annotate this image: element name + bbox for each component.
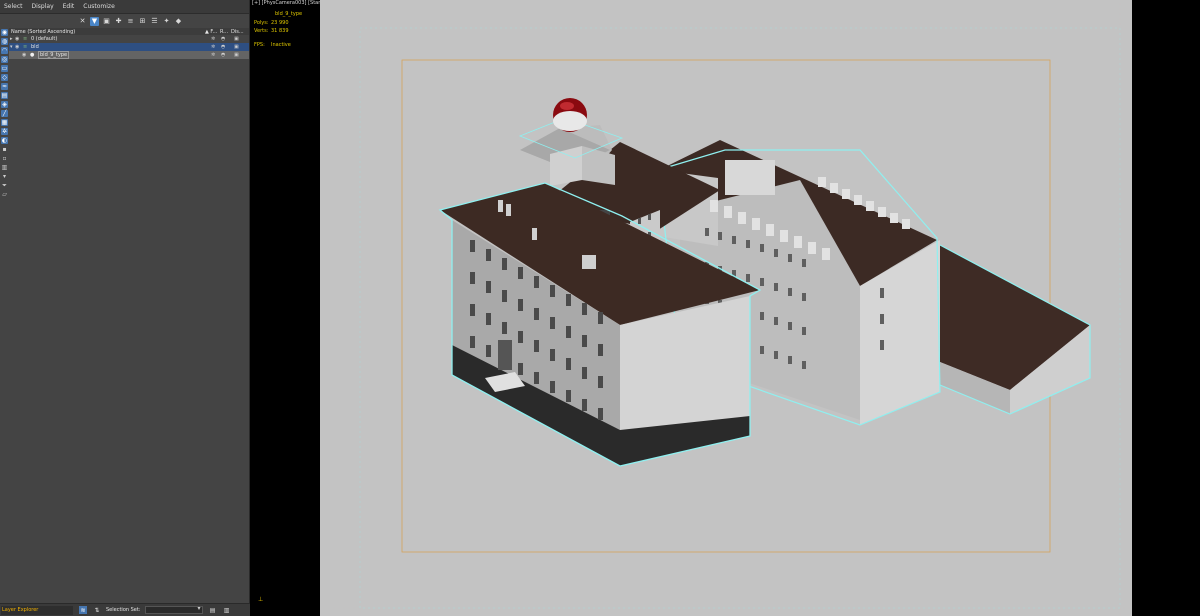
lights-icon[interactable]: ◎	[1, 56, 8, 63]
explorer-menubar: Select Display Edit Customize	[0, 0, 249, 14]
render-region[interactable]	[320, 0, 1132, 616]
explorer-toolbar: ✕ ▼ ▣ ✚ ≡ ⊞ ☰ ✦ ◆	[0, 14, 249, 28]
copy-selection-set-icon[interactable]: ▥	[223, 606, 231, 614]
column-name-header[interactable]: Name (Sorted Ascending)	[11, 29, 75, 35]
app-window: Select Display Edit Customize ✕ ▼ ▣ ✚ ≡ …	[0, 0, 1200, 616]
tree-row-label: bld_9_type	[38, 51, 70, 59]
stat-key: Polys:	[254, 19, 269, 26]
tree-row-label: bld	[31, 44, 39, 50]
collapse-arrow-icon[interactable]: ▾	[10, 44, 13, 50]
folder-icon[interactable]: ▱	[1, 191, 8, 198]
display-all-icon[interactable]: ◉	[1, 29, 8, 36]
explorer-side-toolbar: ◉ ◍ ◠ ◎ ▭ ◇ ≈ ▤ ◈ ╱ ▦ ✲ ◐ ▪ ▫ ▥ ▾ ⏷ ▱	[0, 28, 9, 228]
edit-selection-set-icon[interactable]: ▤	[209, 606, 217, 614]
bones-icon[interactable]: ╱	[1, 110, 8, 117]
tree-row-label: 0 (default)	[31, 36, 58, 42]
cameras-icon[interactable]: ▭	[1, 65, 8, 72]
object-dot-icon: ●	[30, 52, 35, 58]
lock-icon[interactable]: ▣	[102, 17, 111, 26]
geometry-icon[interactable]: ◍	[1, 38, 8, 45]
column-frozen-header[interactable]: ▲ F...	[205, 29, 217, 35]
building-model-render[interactable]	[320, 0, 1132, 616]
expand-arrow-icon[interactable]: ▸	[10, 36, 13, 42]
render-teapot-icon[interactable]: ◓	[221, 36, 225, 42]
display-box-icon[interactable]: ▣	[234, 52, 239, 58]
explorer-type-dropdown[interactable]: Layer Explorer	[1, 605, 73, 615]
main-entrance	[498, 340, 512, 370]
stat-value: Inactive	[271, 41, 291, 48]
shapes-icon[interactable]: ◠	[1, 47, 8, 54]
display-box-icon[interactable]: ▣	[234, 44, 239, 50]
hidden-icon[interactable]: ◐	[1, 137, 8, 144]
camera-viewport[interactable]: [+] [PhysCamera003] [Standard] [Default …	[250, 0, 1200, 616]
display-box-icon[interactable]: ▣	[234, 36, 239, 42]
visibility-eye-icon[interactable]: ◉	[15, 36, 19, 42]
freeze-icon[interactable]: ✲	[211, 52, 215, 58]
menu-customize[interactable]: Customize	[83, 3, 115, 10]
spacewarps-icon[interactable]: ≈	[1, 83, 8, 90]
scene-explorer-panel: Select Display Edit Customize ✕ ▼ ▣ ✚ ≡ …	[0, 0, 250, 616]
selected-object-name: bld_9_type	[275, 11, 303, 17]
layer-toggle-icon[interactable]: ≋	[79, 606, 87, 614]
tree-header: Name (Sorted Ascending) ▲ F... R... Dis.…	[9, 28, 249, 35]
viewport-statistics: bld_9_type Polys: 23 990 Verts: 31 839 FPS…	[254, 10, 302, 49]
menu-edit[interactable]: Edit	[63, 3, 75, 10]
menu-display[interactable]: Display	[32, 3, 54, 10]
render-teapot-icon[interactable]: ◓	[221, 44, 225, 50]
create-layer-icon[interactable]: ✚	[114, 17, 123, 26]
funnel-icon[interactable]: ⏷	[1, 182, 8, 189]
selection-set-label: Selection Set:	[106, 607, 141, 613]
layer-icon: ≡	[23, 36, 28, 42]
helpers-icon[interactable]: ◇	[1, 74, 8, 81]
menu-select[interactable]: Select	[4, 3, 23, 10]
column-render-header[interactable]: R...	[220, 29, 228, 35]
stat-key: FPS:	[254, 41, 265, 48]
select-none-icon[interactable]: ▫	[1, 155, 8, 162]
explorer-bottom-bar: Layer Explorer ≋ ⇅ Selection Set: ▤ ▥	[0, 603, 250, 616]
stat-key: Verts:	[254, 28, 269, 34]
selection-set-dropdown[interactable]	[144, 605, 203, 614]
groups-icon[interactable]: ▤	[1, 92, 8, 99]
stat-polys: Polys: 23 990	[254, 19, 302, 28]
stat-verts: Verts: 31 839	[254, 27, 302, 36]
visibility-eye-icon[interactable]: ◉	[22, 52, 26, 58]
tree-row-default-layer[interactable]: ▸ ◉ ≡ 0 (default) ✲ ◓ ▣	[9, 35, 249, 43]
frozen-icon[interactable]: ✲	[1, 128, 8, 135]
layer-icon: ≡	[23, 44, 28, 50]
layer-stack-icon[interactable]: ☰	[150, 17, 159, 26]
select-layer-icon[interactable]: ✦	[162, 17, 171, 26]
render-teapot-icon[interactable]: ◓	[221, 52, 225, 58]
axis-tripod-icon: ⊥	[258, 596, 264, 603]
tree-row-bld-layer[interactable]: ▾ ◉ ≡ bld ✲ ◓ ▣	[9, 43, 249, 51]
add-to-layer-icon[interactable]: ⊞	[138, 17, 147, 26]
layers-icon[interactable]: ≡	[126, 17, 135, 26]
hierarchy-icon[interactable]: ⇅	[93, 606, 101, 614]
scene-tree: Name (Sorted Ascending) ▲ F... R... Dis.…	[9, 28, 249, 59]
containers-icon[interactable]: ▦	[1, 119, 8, 126]
invert-selection-icon[interactable]: ▥	[1, 164, 8, 171]
stat-value: 31 839	[271, 28, 289, 34]
xrefs-icon[interactable]: ◈	[1, 101, 8, 108]
select-all-icon[interactable]: ▪	[1, 146, 8, 153]
tree-row-bld-9-type[interactable]: ◉ ● bld_9_type ✲ ◓ ▣	[9, 51, 249, 59]
freeze-icon[interactable]: ✲	[211, 36, 215, 42]
column-display-header[interactable]: Dis...	[231, 29, 244, 35]
stat-value: 23 990	[271, 19, 289, 26]
clear-filter-icon[interactable]: ✕	[78, 17, 87, 26]
stat-fps: FPS: Inactive	[254, 41, 302, 50]
freeze-icon[interactable]: ✲	[211, 44, 215, 50]
filter-icon[interactable]: ▼	[90, 16, 99, 26]
layer-filter-icon[interactable]: ▾	[1, 173, 8, 180]
visibility-eye-icon[interactable]: ◉	[15, 44, 19, 50]
highlight-icon[interactable]: ◆	[174, 17, 183, 26]
